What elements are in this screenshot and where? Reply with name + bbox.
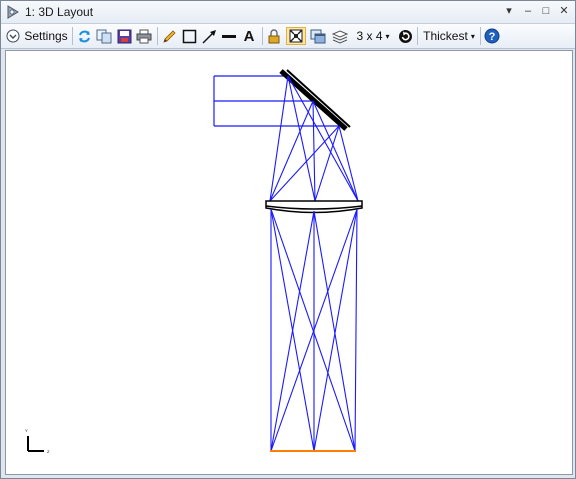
ray-line	[269, 75, 289, 202]
copy-button[interactable]	[95, 27, 113, 45]
layers-button[interactable]	[331, 27, 349, 45]
save-button[interactable]	[115, 27, 133, 45]
refresh-button[interactable]	[75, 27, 93, 45]
z-axis-label: Z	[47, 449, 50, 454]
expand-chevron-icon	[6, 29, 20, 43]
svg-text:?: ?	[489, 31, 496, 43]
toolbar-separator	[157, 27, 158, 45]
line-icon	[222, 34, 236, 38]
lock-button[interactable]	[265, 27, 283, 45]
lens-outline	[265, 200, 363, 214]
settings-label: Settings	[24, 29, 68, 43]
window-icon	[310, 29, 326, 43]
optical-layout-drawing: Y Z	[25, 69, 363, 454]
minimize-button[interactable]: –	[520, 3, 536, 19]
settings-button[interactable]: Settings	[5, 27, 69, 45]
copy-icon	[96, 29, 112, 43]
ray-line	[354, 208, 358, 452]
draw-line-tool-button[interactable]	[160, 27, 178, 45]
ray-line	[287, 75, 359, 202]
fold-mirror-edge	[286, 69, 351, 128]
fit-to-window-button[interactable]	[286, 27, 306, 45]
ray-line	[312, 100, 316, 202]
axis-indicator: Y Z	[25, 428, 50, 454]
layers-icon	[332, 29, 348, 44]
pencil-icon	[162, 29, 176, 43]
window-title: 1: 3D Layout	[25, 5, 94, 19]
chevron-down-icon: ▾	[470, 31, 475, 41]
layout-window: 1: 3D Layout ▾ – □ ✕ Settings A 3 x 4 ▾ …	[0, 0, 576, 479]
save-icon	[117, 29, 131, 43]
toolbar: Settings A 3 x 4 ▾ Thickest ▾ ?	[1, 24, 575, 49]
draw-rectangle-tool-button[interactable]	[180, 27, 198, 45]
ray-line	[338, 125, 359, 202]
new-window-button[interactable]	[309, 27, 327, 45]
lens-inner-surface	[265, 205, 363, 210]
ray-line	[314, 125, 340, 202]
toolbar-separator	[72, 27, 73, 45]
help-button[interactable]: ?	[483, 27, 501, 45]
chevron-down-icon: ▾	[385, 31, 390, 41]
toolbar-separator	[417, 27, 418, 45]
auto-update-button[interactable]	[396, 27, 414, 45]
ray-line	[269, 100, 314, 202]
text-tool-icon: A	[243, 27, 255, 45]
ray-line	[269, 125, 340, 202]
print-icon	[136, 29, 152, 43]
lens-element	[265, 200, 363, 214]
print-button[interactable]	[135, 27, 153, 45]
arrow-icon	[202, 29, 216, 43]
window-menu-dropdown-icon[interactable]: ▾	[501, 3, 517, 19]
toolbar-separator	[262, 27, 263, 45]
refresh-icon	[78, 30, 90, 42]
ray-line	[313, 208, 358, 452]
configuration-layout-dropdown[interactable]: 3 x 4 ▾	[353, 27, 393, 45]
rotate-icon	[398, 29, 412, 43]
rectangle-icon	[182, 29, 196, 43]
help-icon: ?	[484, 28, 500, 44]
configuration-layout-label: 3 x 4	[356, 29, 383, 43]
toolbar-separator	[480, 27, 481, 45]
line-thickness-dropdown[interactable]: Thickest ▾	[421, 27, 477, 45]
zemax-app-icon	[7, 5, 19, 19]
lock-icon	[268, 28, 280, 43]
maximize-button[interactable]: □	[538, 3, 554, 19]
title-bar: 1: 3D Layout ▾ – □ ✕	[1, 1, 575, 24]
draw-thick-line-tool-button[interactable]	[220, 27, 238, 45]
layout-canvas[interactable]: Y Z	[5, 50, 573, 475]
line-thickness-label: Thickest	[423, 29, 468, 43]
add-text-tool-button[interactable]: A	[240, 27, 258, 45]
focused-rays-group	[270, 208, 358, 452]
close-button[interactable]: ✕	[556, 3, 572, 19]
fit-view-icon	[289, 29, 303, 43]
draw-arrow-tool-button[interactable]	[200, 27, 218, 45]
y-axis-label: Y	[25, 428, 28, 433]
